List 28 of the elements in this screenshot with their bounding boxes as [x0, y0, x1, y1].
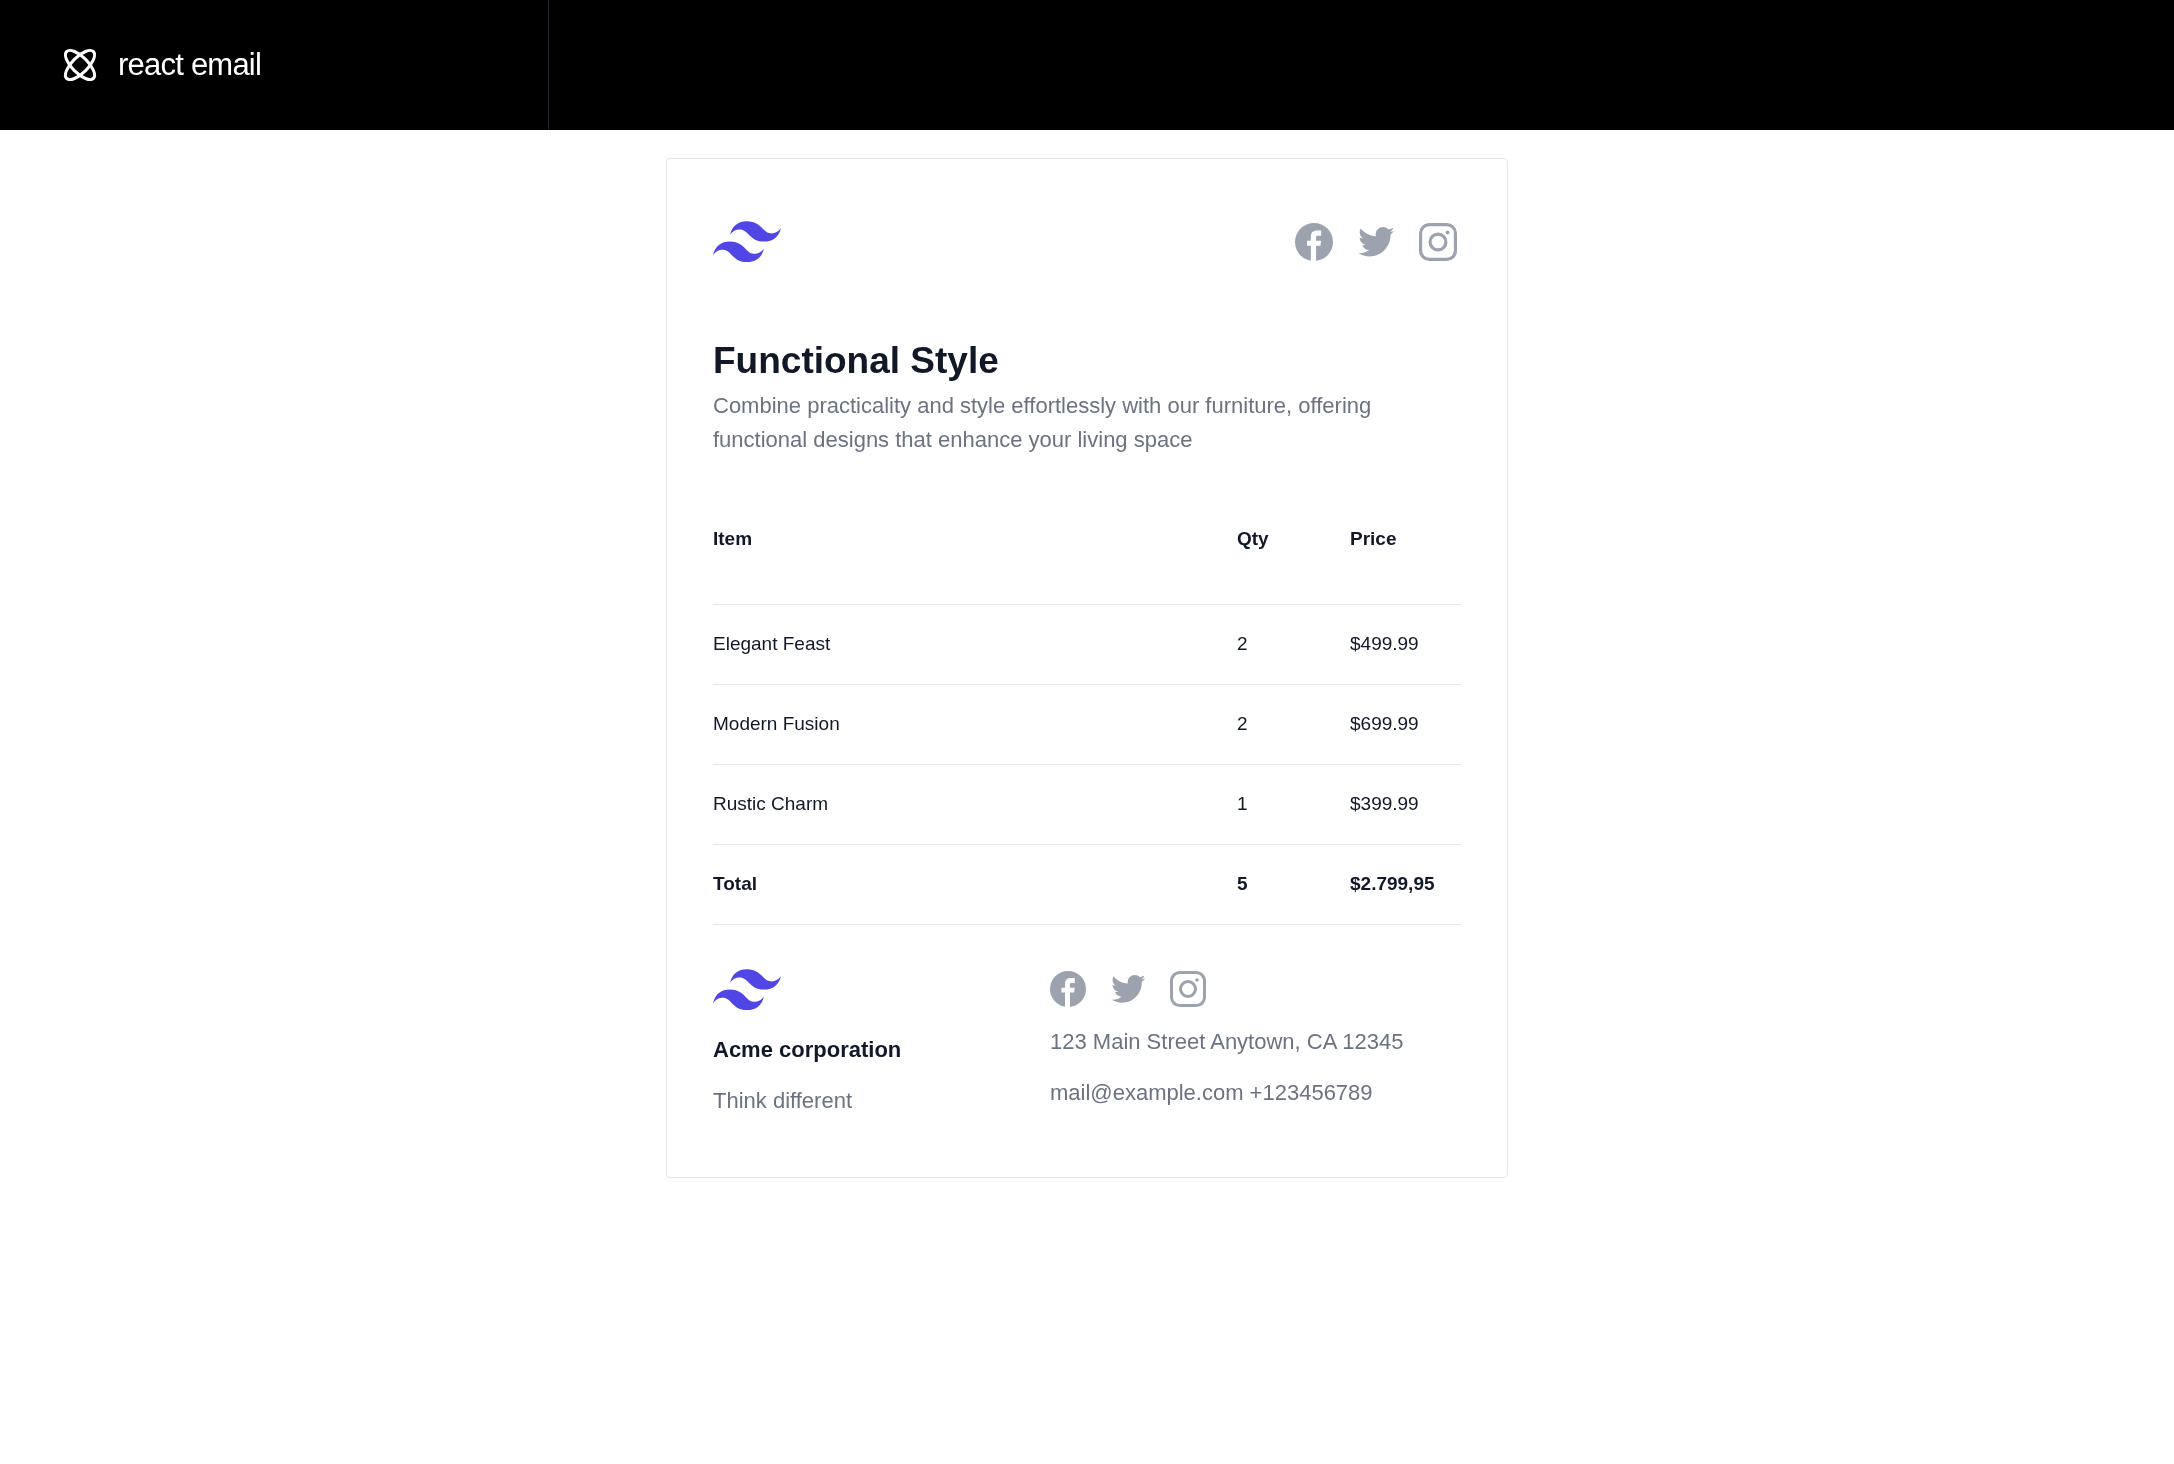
column-header: Price — [1350, 527, 1398, 551]
camera-icon[interactable] — [1170, 971, 1206, 1007]
company-name: Acme corporation — [713, 1036, 903, 1064]
table-cell-text: Rustic Charm — [713, 792, 830, 817]
wave-logo-icon — [713, 969, 781, 1011]
facebook-icon[interactable] — [1050, 971, 1086, 1007]
table-cell-text: Elegant Feast — [713, 632, 832, 657]
table-cell-text: 1 — [1237, 792, 1249, 817]
table-cell-text: $2.799,95 — [1350, 872, 1436, 897]
table-cell-text: Modern Fusion — [713, 712, 841, 737]
table-cell-text: $699.99 — [1350, 712, 1420, 737]
table-cell-text: $399.99 — [1350, 792, 1420, 817]
facebook-icon[interactable] — [1295, 223, 1333, 261]
column-header: Qty — [1237, 527, 1270, 551]
address-text: 123 Main Street Anytown, CA 12345 — [1050, 1028, 1404, 1056]
table-cell-text: Total — [713, 872, 758, 897]
table-cell-text: 2 — [1237, 632, 1249, 657]
table-cell-text: $499.99 — [1350, 632, 1420, 657]
column-header: Item — [713, 527, 754, 551]
email-description: Combine practicality and style effortlessly with our furniture, offering functional designs that enhance your living space — [713, 392, 1373, 454]
table-cell-text: 2 — [1237, 712, 1249, 737]
brand-name[interactable]: react email — [118, 41, 262, 89]
email-title: Functional Style — [713, 339, 1000, 383]
table-cell-text: 5 — [1237, 872, 1249, 897]
company-tagline: Think different — [713, 1087, 853, 1115]
contact-text: mail@example.com +123456789 — [1050, 1079, 1374, 1107]
wave-logo-icon — [713, 221, 781, 263]
camera-icon[interactable] — [1419, 223, 1457, 261]
